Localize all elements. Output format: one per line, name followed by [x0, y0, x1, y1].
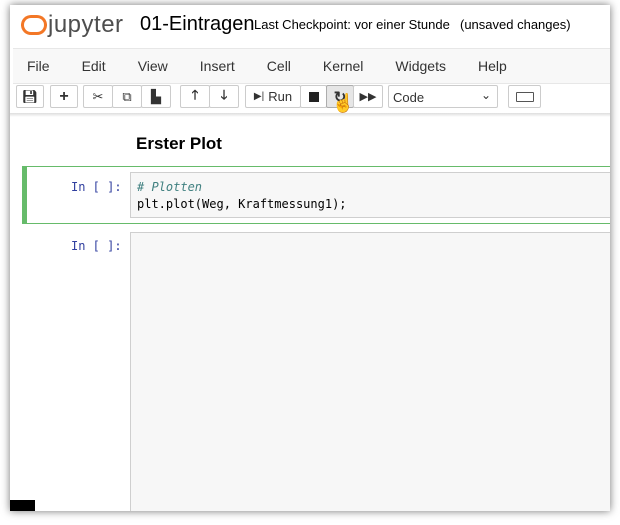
markdown-heading: Erster Plot [136, 134, 222, 153]
insert-cell-button[interactable]: + [50, 85, 78, 108]
header-divider [10, 113, 610, 117]
taskbar-fragment [10, 500, 35, 511]
plus-icon: + [59, 87, 69, 105]
input-prompt: In [ ]: [71, 180, 122, 194]
cell-type-select[interactable]: Code ⌄ [388, 85, 498, 108]
run-label: Run [268, 89, 293, 104]
code-input-empty[interactable] [130, 232, 610, 511]
chevron-down-icon: ⌄ [480, 88, 491, 102]
step-forward-icon: ▶| [253, 91, 265, 102]
move-down-button[interactable]: 🡓 [209, 85, 239, 108]
autosave-status: (unsaved changes) [460, 17, 571, 32]
menu-widgets[interactable]: Widgets [381, 58, 460, 74]
menu-cell[interactable]: Cell [253, 58, 305, 74]
notebook-name[interactable]: 01-Eintragen [140, 13, 255, 36]
arrow-down-icon: 🡓 [220, 86, 228, 102]
menu-insert[interactable]: Insert [186, 58, 249, 74]
copy-icon: ⧉ [122, 88, 132, 104]
menu-view[interactable]: View [124, 58, 182, 74]
menu-bar: File Edit View Insert Cell Kernel Widget… [13, 48, 610, 84]
code-line: plt.plot(Weg, Kraftmessung1); [137, 197, 347, 211]
scissors-icon: ✂ [92, 88, 104, 104]
logo-text: jupyter [48, 11, 124, 38]
copy-button[interactable]: ⧉ [112, 85, 142, 108]
run-button[interactable]: ▶| Run [245, 85, 301, 108]
command-palette-button[interactable] [508, 85, 541, 108]
menu-file[interactable]: File [13, 58, 64, 74]
hand-cursor-icon: ☝ [332, 93, 355, 113]
code-comment: # Plotten [137, 180, 203, 194]
save-icon: 💾︎ [21, 88, 39, 104]
menu-edit[interactable]: Edit [68, 58, 120, 74]
move-up-button[interactable]: 🡑 [180, 85, 210, 108]
menu-help[interactable]: Help [464, 58, 521, 74]
interrupt-kernel-button[interactable] [300, 85, 327, 108]
arrow-up-icon: 🡑 [191, 86, 199, 102]
jupyter-logo-icon [20, 14, 47, 36]
paste-button[interactable]: ▙ [141, 85, 171, 108]
save-button[interactable]: 💾︎ [16, 85, 44, 108]
checkpoint-status: Last Checkpoint: vor einer Stunde [254, 17, 450, 32]
cut-button[interactable]: ✂ [83, 85, 113, 108]
input-prompt: In [ ]: [71, 239, 122, 253]
cell-type-value: Code [393, 90, 425, 105]
keyboard-icon [515, 91, 534, 102]
paste-icon: ▙ [151, 88, 161, 104]
jupyter-logo[interactable]: jupyter [20, 11, 124, 39]
jupyter-window: jupyter 01-Eintragen Last Checkpoint: vo… [10, 5, 610, 511]
restart-run-all-button[interactable]: ▶▶ [353, 85, 383, 108]
menu-kernel[interactable]: Kernel [309, 58, 377, 74]
stop-icon [308, 91, 319, 102]
code-input[interactable]: # Plotten plt.plot(Weg, Kraftmessung1); [130, 172, 610, 218]
fast-forward-icon: ▶▶ [359, 91, 377, 103]
